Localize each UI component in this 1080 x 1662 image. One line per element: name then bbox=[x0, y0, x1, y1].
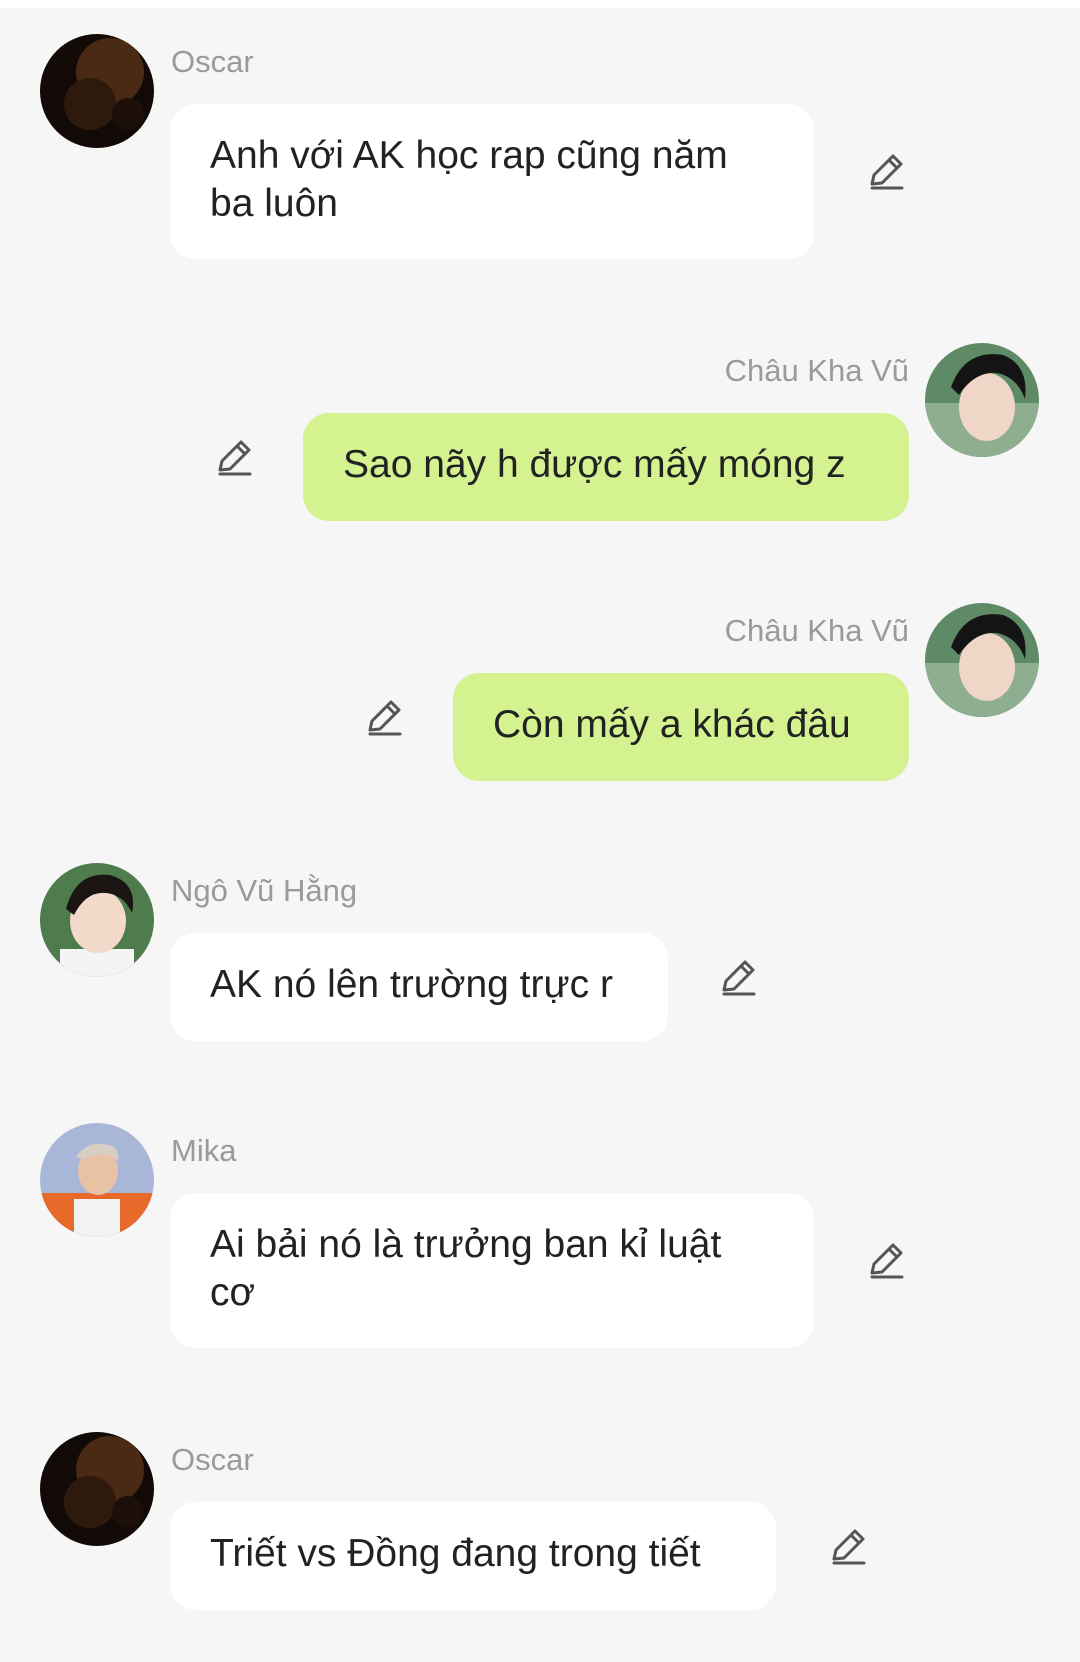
pencil-edit-icon[interactable] bbox=[714, 953, 762, 1001]
chat-message: Châu Kha Vũ Sao nãy h được mấy móng z bbox=[0, 343, 1080, 523]
pencil-edit-icon[interactable] bbox=[360, 693, 408, 741]
message-text: Sao nãy h được mấy móng z bbox=[343, 443, 846, 486]
sender-name: Oscar bbox=[171, 1442, 254, 1477]
message-bubble[interactable]: Anh với AK học rap cũng năm ba luôn bbox=[170, 104, 814, 259]
avatar-ngo-vu-hang[interactable] bbox=[40, 863, 154, 977]
chat-message: Ngô Vũ Hằng AK nó lên trường trực r bbox=[0, 863, 1080, 1043]
sender-name: Ngô Vũ Hằng bbox=[171, 873, 358, 908]
pencil-edit-icon[interactable] bbox=[862, 147, 910, 195]
message-text: Ai bải nó là trưởng ban kỉ luật cơ bbox=[210, 1223, 722, 1314]
message-text: Anh với AK học rap cũng năm ba luôn bbox=[210, 134, 728, 225]
sender-name: Châu Kha Vũ bbox=[724, 353, 909, 388]
pencil-edit-icon[interactable] bbox=[862, 1236, 910, 1284]
message-bubble[interactable]: AK nó lên trường trực r bbox=[170, 933, 668, 1041]
avatar-chau-kha-vu[interactable] bbox=[925, 603, 1039, 717]
avatar-mika[interactable] bbox=[40, 1123, 154, 1237]
message-text: Triết vs Đồng đang trong tiết bbox=[210, 1532, 701, 1575]
pencil-edit-icon[interactable] bbox=[824, 1522, 872, 1570]
sender-name: Mika bbox=[171, 1133, 237, 1168]
message-text: AK nó lên trường trực r bbox=[210, 963, 613, 1006]
chat-message: Châu Kha Vũ Còn mấy a khác đâu bbox=[0, 603, 1080, 783]
avatar-oscar[interactable] bbox=[40, 1432, 154, 1546]
message-bubble[interactable]: Triết vs Đồng đang trong tiết bbox=[170, 1502, 776, 1610]
message-bubble[interactable]: Ai bải nó là trưởng ban kỉ luật cơ bbox=[170, 1193, 814, 1348]
message-bubble[interactable]: Sao nãy h được mấy móng z bbox=[303, 413, 909, 521]
message-text: Còn mấy a khác đâu bbox=[493, 703, 851, 746]
chat-message: Mika Ai bải nó là trưởng ban kỉ luật cơ bbox=[0, 1123, 1080, 1353]
sender-name: Oscar bbox=[171, 44, 254, 79]
chat-message: Oscar Triết vs Đồng đang trong tiết bbox=[0, 1432, 1080, 1612]
avatar-oscar[interactable] bbox=[40, 34, 154, 148]
message-bubble[interactable]: Còn mấy a khác đâu bbox=[453, 673, 909, 781]
pencil-edit-icon[interactable] bbox=[210, 433, 258, 481]
chat-message: Oscar Anh với AK học rap cũng năm ba luô… bbox=[0, 34, 1080, 264]
sender-name: Châu Kha Vũ bbox=[724, 613, 909, 648]
avatar-chau-kha-vu[interactable] bbox=[925, 343, 1039, 457]
top-divider bbox=[0, 0, 1080, 8]
